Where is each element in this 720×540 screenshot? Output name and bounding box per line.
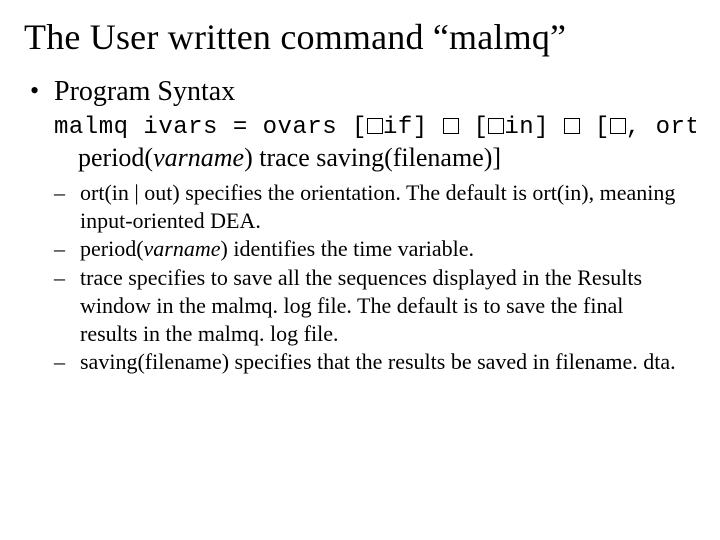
sub-text-part: ) identifies the time variable. [221,236,475,261]
dash-icon: – [54,264,80,348]
syntax-line-1: malmq ivars = ovars [if] [in] [, ort [54,110,696,142]
syntax-pre: malmq ivars = ovars [ [54,114,367,141]
sub-bullet-list: – ort(in | out) specifies the orientatio… [54,179,696,376]
syntax-if: if] [383,114,443,141]
sub-text: period(varname) identifies the time vari… [80,235,474,263]
sub-item-trace: – trace specifies to save all the sequen… [54,264,696,348]
bullet-dot-icon: • [30,76,54,108]
dash-icon: – [54,235,80,263]
placeholder-square-icon [367,118,383,134]
sub-text: saving(filename) specifies that the resu… [80,348,676,376]
syntax-ort: , ort [626,114,696,141]
bullet-text: Program Syntax [54,76,235,108]
sub-text: ort(in | out) specifies the orientation.… [80,179,680,235]
sub-text-varname: varname [144,236,221,261]
dash-icon: – [54,179,80,235]
syntax-line-2: period(varname) trace saving(filename)] [78,143,696,174]
bullet-program-syntax: • Program Syntax [30,76,696,108]
placeholder-square-icon [443,118,459,134]
syntax-period: period( [78,143,153,172]
sub-item-ort: – ort(in | out) specifies the orientatio… [54,179,696,235]
slide-title: The User written command “malmq” [24,16,696,58]
dash-icon: – [54,348,80,376]
placeholder-square-icon [564,118,580,134]
sub-text-part: period( [80,236,144,261]
slide: The User written command “malmq” • Progr… [0,0,720,540]
sub-item-saving: – saving(filename) specifies that the re… [54,348,696,376]
placeholder-square-icon [610,118,626,134]
sub-text: trace specifies to save all the sequence… [80,264,680,348]
syntax-in: in] [504,114,564,141]
syntax-varname: varname [153,143,244,172]
placeholder-square-icon [488,118,504,134]
syntax-rest: ) trace saving(filename)] [244,143,501,172]
sub-item-period: – period(varname) identifies the time va… [54,235,696,263]
